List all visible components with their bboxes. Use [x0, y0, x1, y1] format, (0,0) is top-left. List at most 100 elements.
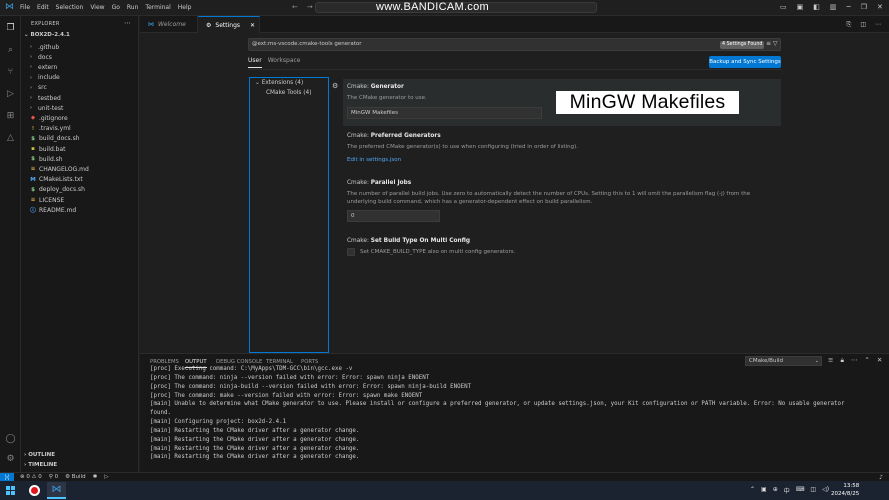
- cmake-icon[interactable]: △: [4, 131, 17, 144]
- launch-icon[interactable]: ▷: [104, 474, 108, 480]
- backup-sync-button[interactable]: Backup and Sync Settings: [709, 56, 781, 68]
- tab-settings[interactable]: ⚙ Settings ✕: [198, 16, 260, 33]
- menu-help[interactable]: Help: [178, 4, 192, 11]
- menu-file[interactable]: File: [20, 4, 30, 11]
- search-icon[interactable]: ⌕: [4, 43, 17, 56]
- tree-item[interactable]: ▪ build.bat: [30, 144, 65, 154]
- manage-gear-icon[interactable]: ⚙: [4, 452, 17, 465]
- windows-taskbar: ⋈ ⌃ ▣ ⊕ 中 ⌨ ◫ ◁) 13:58 2024/8/25: [0, 481, 889, 500]
- tree-item[interactable]: ! .travis.yml: [30, 124, 71, 134]
- settings-search-input[interactable]: @ext:ms-vscode.cmake-tools generator 4 S…: [248, 38, 781, 51]
- keyboard-icon[interactable]: ⌨: [796, 486, 805, 495]
- edit-settings-json-link[interactable]: Edit in settings.json: [347, 157, 401, 163]
- more-actions-icon[interactable]: ⋯: [124, 19, 131, 27]
- menu-selection[interactable]: Selection: [56, 4, 84, 11]
- toc-cmake-tools[interactable]: CMake Tools (4): [266, 90, 312, 96]
- tab-workspace[interactable]: Workspace: [268, 57, 301, 68]
- customize-layout-icon[interactable]: ▥: [830, 3, 837, 11]
- tree-item[interactable]: $ deploy_docs.sh: [30, 185, 85, 195]
- menu-run[interactable]: Run: [127, 4, 139, 11]
- tree-item[interactable]: › docs: [30, 52, 52, 62]
- explorer-icon[interactable]: ❐: [4, 21, 17, 34]
- multi-config-checkbox[interactable]: [347, 248, 355, 256]
- tree-item[interactable]: ◆ .gitignore: [30, 113, 68, 123]
- tree-item[interactable]: › extern: [30, 62, 57, 72]
- system-clock[interactable]: 13:58 2024/8/25: [831, 483, 859, 498]
- back-arrow-icon[interactable]: ←: [292, 3, 298, 11]
- ports-status[interactable]: ⚲ 0: [49, 474, 58, 480]
- tree-item-label: extern: [38, 63, 58, 71]
- sidebar-toggle-icon[interactable]: ◧: [813, 3, 820, 11]
- clear-output-icon[interactable]: ≡: [828, 356, 833, 365]
- tree-item[interactable]: › .github: [30, 42, 59, 52]
- tree-item[interactable]: › unit-test: [30, 103, 63, 113]
- menu-go[interactable]: Go: [112, 4, 120, 11]
- run-debug-icon[interactable]: ▷: [4, 87, 17, 100]
- maximize-panel-icon[interactable]: ⌃: [864, 356, 869, 365]
- log-line: [main] Restarting the CMake driver after…: [150, 445, 360, 452]
- ime-icon[interactable]: 中: [784, 486, 790, 495]
- tray-chevron-icon[interactable]: ⌃: [750, 486, 755, 495]
- toc-extensions[interactable]: ⌄ Extensions (4): [255, 80, 303, 86]
- tab-user[interactable]: User: [248, 57, 262, 68]
- source-control-icon[interactable]: ⑂: [4, 65, 17, 78]
- account-icon[interactable]: ◯: [4, 432, 17, 445]
- timeline-section[interactable]: › TIMELINE: [24, 462, 57, 468]
- lock-scroll-icon[interactable]: 🔒︎: [840, 356, 843, 365]
- generator-input[interactable]: MinGW Makefiles: [347, 107, 542, 119]
- log-line: [main] Unable to determine what CMake ge…: [150, 401, 845, 408]
- parallel-jobs-input[interactable]: 0: [347, 210, 440, 222]
- tab-welcome[interactable]: ⋈ Welcome: [140, 16, 198, 33]
- panel-toggle-icon[interactable]: ▣: [797, 3, 804, 11]
- windows-start-icon[interactable]: [6, 486, 15, 495]
- log-line: [main] Restarting the CMake driver after…: [150, 436, 360, 443]
- title-bar: ⋈ File Edit Selection View Go Run Termin…: [0, 0, 889, 16]
- settings-tab-icon: ⚙: [206, 21, 212, 29]
- debug-icon[interactable]: ✱: [93, 474, 98, 480]
- tree-item-label: LICENSE: [39, 196, 65, 204]
- tree-item[interactable]: ≡ CHANGELOG.md: [30, 164, 89, 174]
- more-actions-icon[interactable]: ⋯: [851, 356, 858, 365]
- close-tab-icon[interactable]: ✕: [250, 22, 255, 29]
- menu-view[interactable]: View: [90, 4, 104, 11]
- notifications-bell-icon[interactable]: ♪: [879, 474, 883, 481]
- tray-app-icon[interactable]: ▣: [761, 486, 767, 495]
- tree-item[interactable]: › testbed: [30, 93, 61, 103]
- setting-title-parallel-jobs: Cmake: Parallel Jobs: [347, 180, 412, 186]
- setting-title-multi-config: Cmake: Set Build Type On Multi Config: [347, 238, 471, 244]
- menu-edit[interactable]: Edit: [37, 4, 49, 11]
- tree-item[interactable]: › src: [30, 83, 47, 93]
- more-actions-icon[interactable]: ⋯: [875, 21, 881, 29]
- setting-gear-icon[interactable]: ⚙: [332, 82, 338, 90]
- tree-item[interactable]: › include: [30, 73, 60, 83]
- chevron-right-icon: ›: [30, 105, 32, 112]
- volume-icon[interactable]: ◁): [822, 486, 829, 495]
- tray-security-icon[interactable]: ⊕: [773, 486, 778, 495]
- outline-section[interactable]: › OUTLINE: [24, 452, 55, 458]
- forward-arrow-icon[interactable]: →: [307, 3, 313, 11]
- layout-toggle-icon[interactable]: ▭: [780, 3, 787, 11]
- workspace-folder[interactable]: ⌄ BOX2D-2.4.1: [24, 32, 70, 38]
- minimize-icon[interactable]: ─: [847, 3, 851, 11]
- close-panel-icon[interactable]: ✕: [877, 356, 882, 365]
- network-icon[interactable]: ◫: [810, 486, 816, 495]
- tree-item-label: unit-test: [38, 104, 64, 112]
- clear-filter-icons[interactable]: ≡ ▽: [766, 40, 778, 47]
- errors-status[interactable]: ⊗ 0 ⚠ 0: [20, 474, 42, 480]
- bandicam-record-icon[interactable]: [29, 485, 40, 496]
- build-status[interactable]: ⚙ Build: [65, 474, 86, 480]
- close-icon[interactable]: ✕: [877, 3, 883, 11]
- tree-item[interactable]: ⓘ README.md: [30, 205, 76, 215]
- menu-terminal[interactable]: Terminal: [145, 4, 170, 11]
- tree-item[interactable]: $ build.sh: [30, 154, 63, 164]
- tree-item[interactable]: M CMakeLists.txt: [30, 175, 83, 185]
- open-settings-json-icon[interactable]: ⎘: [847, 21, 852, 29]
- chevron-right-icon: ›: [30, 64, 32, 71]
- tree-item[interactable]: $ build_docs.sh: [30, 134, 79, 144]
- vscode-taskbar-icon[interactable]: ⋈: [47, 482, 66, 499]
- split-editor-icon[interactable]: ◫: [860, 21, 866, 29]
- maximize-icon[interactable]: ❐: [861, 3, 867, 11]
- tree-item[interactable]: ≡ LICENSE: [30, 195, 65, 205]
- chevron-right-icon: ›: [30, 54, 32, 61]
- extensions-icon[interactable]: ⊞: [4, 109, 17, 122]
